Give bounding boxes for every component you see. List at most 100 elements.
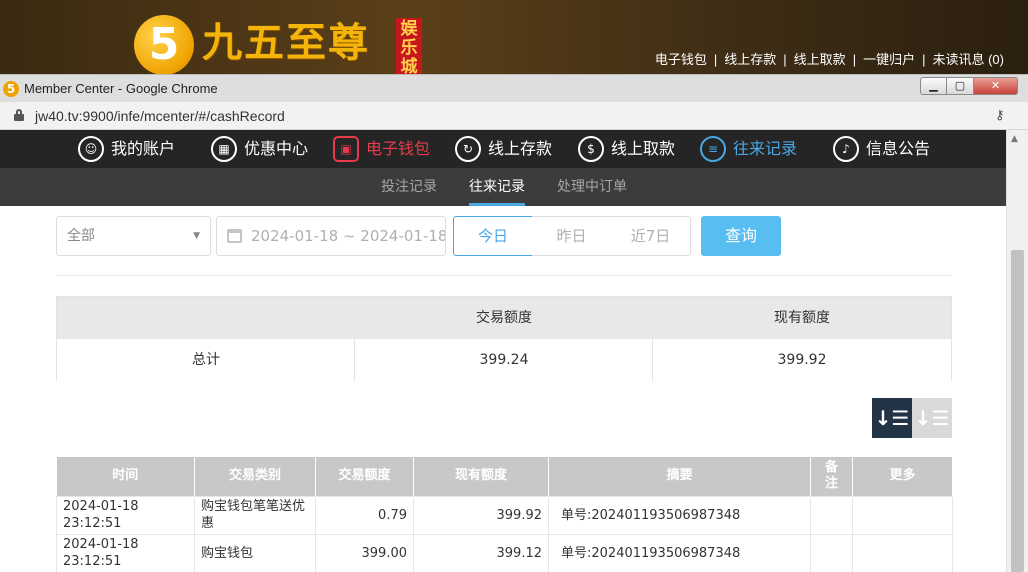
- minimize-button[interactable]: ▁: [920, 77, 947, 95]
- top-link-withdraw[interactable]: 线上取款: [794, 52, 846, 67]
- cell-note: [810, 495, 853, 535]
- nav-label: 信息公告: [866, 139, 931, 158]
- logo-mark: 5: [134, 15, 194, 75]
- cell-more[interactable]: [852, 495, 953, 535]
- nav-item-wallet[interactable]: ▣ 电子钱包: [333, 130, 430, 168]
- address-bar[interactable]: jw40.tv:9900/infe/mcenter/#/cashRecord ⚷: [0, 102, 1028, 130]
- scroll-thumb[interactable]: [1011, 250, 1024, 572]
- col-time[interactable]: 时间: [56, 457, 195, 496]
- table-row: 2024-01-18 23:12:51 购宝钱包 399.00 399.12 单…: [56, 533, 953, 572]
- withdraw-icon: $: [578, 136, 604, 162]
- col-type[interactable]: 交易类别: [194, 457, 316, 496]
- site-top-links: 电子钱包 | 线上存款 | 线上取款 | 一键归户 | 未读讯息 (0): [654, 52, 1004, 67]
- cell-amount: 0.79: [315, 495, 414, 535]
- cell-type: 购宝钱包笔笔送优惠: [194, 495, 316, 535]
- deposit-icon: ↻: [455, 136, 481, 162]
- url-text[interactable]: jw40.tv:9900/infe/mcenter/#/cashRecord: [35, 108, 285, 124]
- cell-amount: 399.00: [315, 533, 414, 572]
- cell-balance: 399.12: [413, 533, 549, 572]
- chrome-popup-window: 5 Member Center - Google Chrome ▁ ▢ ✕ jw…: [0, 74, 1028, 572]
- cell-summary: 单号:202401193506987348: [548, 495, 811, 535]
- key-icon[interactable]: ⚷: [995, 109, 1005, 123]
- tab-transaction-records[interactable]: 往来记录: [469, 168, 525, 206]
- tab-pending-orders[interactable]: 处理中订单: [557, 168, 627, 206]
- nav-label: 电子钱包: [366, 139, 431, 158]
- app-icon: 5: [3, 81, 19, 97]
- summary-header-balance: 现有额度: [774, 310, 830, 326]
- calendar-icon: [227, 229, 242, 243]
- summary-table: 交易额度 现有额度 总计 399.24 399.92: [56, 296, 952, 381]
- page-viewport: ☺ 我的账户 ▦ 优惠中心 ▣ 电子钱包 ↻ 线上存款 $ 线上取款 ≡ 往来记…: [0, 130, 1006, 572]
- sort-asc-icon[interactable]: ↓☰: [912, 398, 952, 438]
- records-table: 时间 交易类别 交易额度 现有额度 摘要 备注 更多 2024-01-18 23…: [56, 457, 953, 572]
- record-icon: ≡: [700, 136, 726, 162]
- divider: [652, 339, 653, 381]
- nav-item-announcements[interactable]: ♪ 信息公告: [833, 130, 930, 168]
- logo-text: 九五至尊: [202, 19, 370, 66]
- range-7days-button[interactable]: 近7日: [611, 216, 691, 256]
- top-link-consolidate[interactable]: 一键归户: [863, 52, 915, 67]
- main-nav: ☺ 我的账户 ▦ 优惠中心 ▣ 电子钱包 ↻ 线上存款 $ 线上取款 ≡ 往来记…: [0, 130, 1006, 168]
- site-header: 5 九五至尊 娱乐城 电子钱包 | 线上存款 | 线上取款 | 一键归户 | 未读讯息 (0): [0, 0, 1028, 80]
- cell-time: 2024-01-18 23:12:51: [56, 495, 195, 535]
- cell-balance: 399.92: [413, 495, 549, 535]
- nav-label: 我的账户: [111, 139, 176, 158]
- summary-total-amount: 399.24: [479, 352, 529, 368]
- top-link-messages[interactable]: 未读讯息 (0): [932, 52, 1004, 67]
- range-yesterday-button[interactable]: 昨日: [532, 216, 612, 256]
- col-note[interactable]: 备注: [810, 457, 853, 496]
- divider: [56, 275, 952, 276]
- sub-nav: 投注记录 往来记录 处理中订单: [0, 168, 1006, 206]
- range-today-button[interactable]: 今日: [453, 216, 533, 256]
- col-summary[interactable]: 摘要: [548, 457, 811, 496]
- nav-item-promotions[interactable]: ▦ 优惠中心: [211, 130, 308, 168]
- divider: [354, 339, 355, 381]
- col-amount[interactable]: 交易额度: [315, 457, 414, 496]
- lock-icon[interactable]: [14, 109, 24, 121]
- window-titlebar[interactable]: 5 Member Center - Google Chrome ▁ ▢ ✕: [0, 74, 1028, 102]
- nav-item-account[interactable]: ☺ 我的账户: [78, 130, 175, 168]
- nav-item-records[interactable]: ≡ 往来记录: [700, 130, 797, 168]
- top-link-deposit[interactable]: 线上存款: [724, 52, 776, 67]
- tab-bet-records[interactable]: 投注记录: [381, 168, 437, 206]
- gift-icon: ▦: [211, 136, 237, 162]
- top-link-wallet[interactable]: 电子钱包: [655, 52, 707, 67]
- cell-summary: 单号:202401193506987348: [548, 533, 811, 572]
- nav-item-deposit[interactable]: ↻ 线上存款: [455, 130, 552, 168]
- bell-icon: ♪: [833, 136, 859, 162]
- chevron-down-icon: ▼: [193, 231, 200, 241]
- nav-label: 线上存款: [488, 139, 553, 158]
- cell-more[interactable]: [852, 533, 953, 572]
- wallet-icon: ▣: [333, 136, 359, 162]
- cell-note: [810, 533, 853, 572]
- query-button[interactable]: 查询: [701, 216, 781, 256]
- scroll-up-icon[interactable]: ▲: [1011, 134, 1018, 144]
- summary-total-label: 总计: [192, 352, 220, 368]
- maximize-button[interactable]: ▢: [947, 77, 974, 95]
- type-select[interactable]: 全部 ▼: [56, 216, 211, 256]
- nav-item-withdraw[interactable]: $ 线上取款: [578, 130, 675, 168]
- summary-header: 交易额度 现有额度: [57, 297, 951, 339]
- site-logo[interactable]: 5 九五至尊 娱乐城: [134, 12, 424, 78]
- vertical-scrollbar[interactable]: ▲: [1006, 130, 1028, 572]
- date-range-value: 2024-01-18 ~ 2024-01-18: [251, 227, 446, 245]
- nav-label: 往来记录: [733, 139, 798, 158]
- sort-desc-icon[interactable]: ↓☰: [872, 398, 912, 438]
- summary-row: 总计 399.24 399.92: [57, 339, 951, 381]
- cell-type: 购宝钱包: [194, 533, 316, 572]
- user-icon: ☺: [78, 136, 104, 162]
- logo-tag: 娱乐城: [396, 18, 422, 78]
- summary-header-amount: 交易额度: [476, 310, 532, 326]
- close-button[interactable]: ✕: [974, 77, 1018, 95]
- date-range-input[interactable]: 2024-01-18 ~ 2024-01-18: [216, 216, 446, 256]
- table-row: 2024-01-18 23:12:51 购宝钱包笔笔送优惠 0.79 399.9…: [56, 495, 953, 535]
- window-title: Member Center - Google Chrome: [24, 81, 218, 96]
- col-balance[interactable]: 现有额度: [413, 457, 549, 496]
- type-select-value: 全部: [67, 228, 95, 244]
- window-controls: ▁ ▢ ✕: [920, 77, 1020, 95]
- cell-time: 2024-01-18 23:12:51: [56, 533, 195, 572]
- summary-total-balance: 399.92: [777, 352, 827, 368]
- nav-label: 线上取款: [611, 139, 676, 158]
- col-more[interactable]: 更多: [852, 457, 953, 496]
- table-header-row: 时间 交易类别 交易额度 现有额度 摘要 备注 更多: [56, 457, 953, 496]
